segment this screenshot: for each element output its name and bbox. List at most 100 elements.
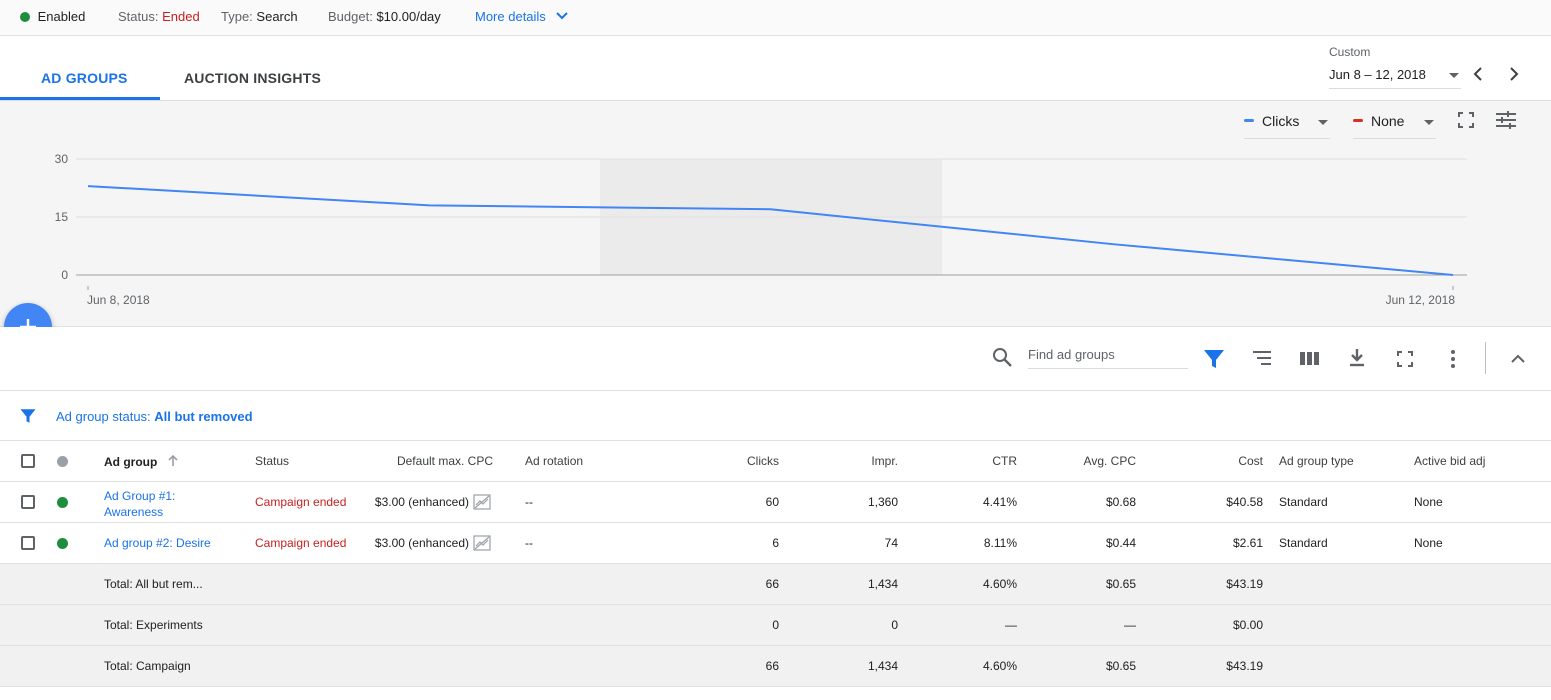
tab-ad-groups[interactable]: AD GROUPS [41,70,128,86]
budget-value: $10.00/day [376,9,441,24]
header-impr[interactable]: Impr. [818,454,898,468]
filter-applied-icon [20,409,36,423]
total-row: Total: Experiments 0 0 — — $0.00 [0,605,1551,646]
fullscreen-icon[interactable] [1393,347,1417,371]
enabled-status-dot-icon[interactable] [57,538,68,549]
row-status: Campaign ended [255,495,347,509]
total-row: Total: All but rem... 66 1,434 4.60% $0.… [0,564,1551,605]
y-tick-label: 30 [55,152,69,166]
filter-value: All but removed [154,409,253,424]
ad-group-link[interactable]: Ad Group #1: Awareness [104,488,175,520]
total-clicks: 66 [765,659,779,673]
row-impr: 1,360 [867,495,898,509]
active-tab-indicator [0,97,160,100]
row-avg-cpc: $0.44 [1105,536,1136,550]
filter-icon[interactable] [1202,347,1226,371]
type-value: Search [256,9,298,24]
total-clicks: 66 [765,577,779,591]
search-icon [993,348,1012,367]
header-ad-group-label: Ad group [104,455,158,469]
row-checkbox[interactable] [21,536,35,550]
header-active-bid-adj[interactable]: Active bid adj [1414,454,1485,468]
tab-auction-insights[interactable]: AUCTION INSIGHTS [184,70,321,86]
campaign-type: Type: Search [221,9,298,24]
status-value: Ended [162,9,200,24]
select-all-checkbox[interactable] [21,454,35,468]
row-avg-cpc: $0.68 [1105,495,1136,509]
row-ctr: 4.41% [982,495,1017,509]
download-icon[interactable] [1345,346,1369,370]
segment-icon[interactable] [1250,347,1274,371]
clicks-line-chart: 0 15 30 Jun 8, 2018 Jun 12, 2018 [55,152,1467,307]
search-input[interactable] [1028,347,1188,369]
table-toolbar [0,327,1551,391]
enabled-label: Enabled [37,9,86,24]
y-tick-label: 15 [55,210,69,224]
collapse-chevron-up-icon[interactable] [1506,347,1530,371]
chart-panel: Clicks None 0 15 30 Jun 8, 2018 Jun 12, 2018 [0,101,1551,327]
header-ad-group-type[interactable]: Ad group type [1279,454,1354,468]
total-avg-cpc: $0.65 [1105,659,1136,673]
row-checkbox[interactable] [21,495,35,509]
date-dropdown-caret-icon [1449,73,1459,78]
header-ad-group[interactable]: Ad group [104,454,179,469]
row-ctr: 8.11% [983,536,1017,550]
enabled-status[interactable]: Enabled [20,9,85,24]
table-header-row: Ad group Status Default max. CPC Ad rota… [0,441,1551,482]
x-tick-label: Jun 8, 2018 [87,293,150,307]
total-impr: 0 [891,618,898,632]
total-label: Total: Experiments [104,618,203,632]
row-active-bid-adj: None [1414,495,1443,509]
more-options-icon[interactable] [1441,347,1465,371]
header-ctr[interactable]: CTR [937,454,1017,468]
total-avg-cpc: $0.65 [1105,577,1136,591]
table-row: Ad Group #1: Awareness Campaign ended $3… [0,482,1551,523]
total-label: Total: Campaign [104,659,191,673]
header-avg-cpc[interactable]: Avg. CPC [1056,454,1136,468]
total-impr: 1,434 [867,577,898,591]
total-clicks: 0 [772,618,779,632]
next-period-icon[interactable] [1507,66,1521,82]
tab-bar: AD GROUPS AUCTION INSIGHTS Custom Jun 8 … [0,36,1551,101]
total-label: Total: All but rem... [104,577,203,591]
date-range-value: Jun 8 – 12, 2018 [1329,67,1426,82]
toolbar-divider [1485,342,1486,374]
previous-period-icon[interactable] [1471,66,1485,82]
total-cost: $43.19 [1226,659,1263,673]
total-cost: $43.19 [1226,577,1263,591]
header-clicks[interactable]: Clicks [699,454,779,468]
row-cost: $2.61 [1232,536,1263,550]
header-cost[interactable]: Cost [1183,454,1263,468]
filter-label: Ad group status: [56,409,151,424]
x-tick-label: Jun 12, 2018 [1386,293,1456,307]
header-status[interactable]: Status [255,454,289,468]
more-details-link[interactable]: More details [475,9,569,24]
row-impr: 74 [884,536,898,550]
total-ctr: 4.60% [982,659,1017,673]
budget-label: Budget: [328,9,373,24]
date-range-picker[interactable]: Jun 8 – 12, 2018 [1329,67,1461,89]
ad-group-link[interactable]: Ad group #2: Desire [104,536,211,550]
total-avg-cpc: — [1124,618,1136,632]
columns-icon[interactable] [1298,347,1322,371]
date-range-caption: Custom [1329,45,1371,59]
header-ad-rotation[interactable]: Ad rotation [525,454,583,468]
chart-unavailable-icon [473,494,491,510]
row-clicks: 60 [765,495,779,509]
type-label: Type: [221,9,253,24]
row-default-max-cpc[interactable]: $3.00 (enhanced) [355,495,469,509]
campaign-status: Status: Ended [118,9,200,24]
total-ctr: — [1005,618,1017,632]
row-clicks: 6 [772,536,779,550]
more-details-label: More details [475,9,546,24]
sort-ascending-icon [168,454,178,466]
status-column-dot-icon [57,456,68,467]
header-default-max-cpc[interactable]: Default max. CPC [373,454,493,468]
row-active-bid-adj: None [1414,536,1443,550]
row-default-max-cpc[interactable]: $3.00 (enhanced) [355,536,469,550]
filter-chip[interactable]: Ad group status: All but removed [56,409,253,424]
chevron-down-icon [556,12,569,20]
ad-group-name-line2: Awareness [104,505,164,519]
chart-unavailable-icon [473,535,491,551]
enabled-status-dot-icon[interactable] [57,497,68,508]
